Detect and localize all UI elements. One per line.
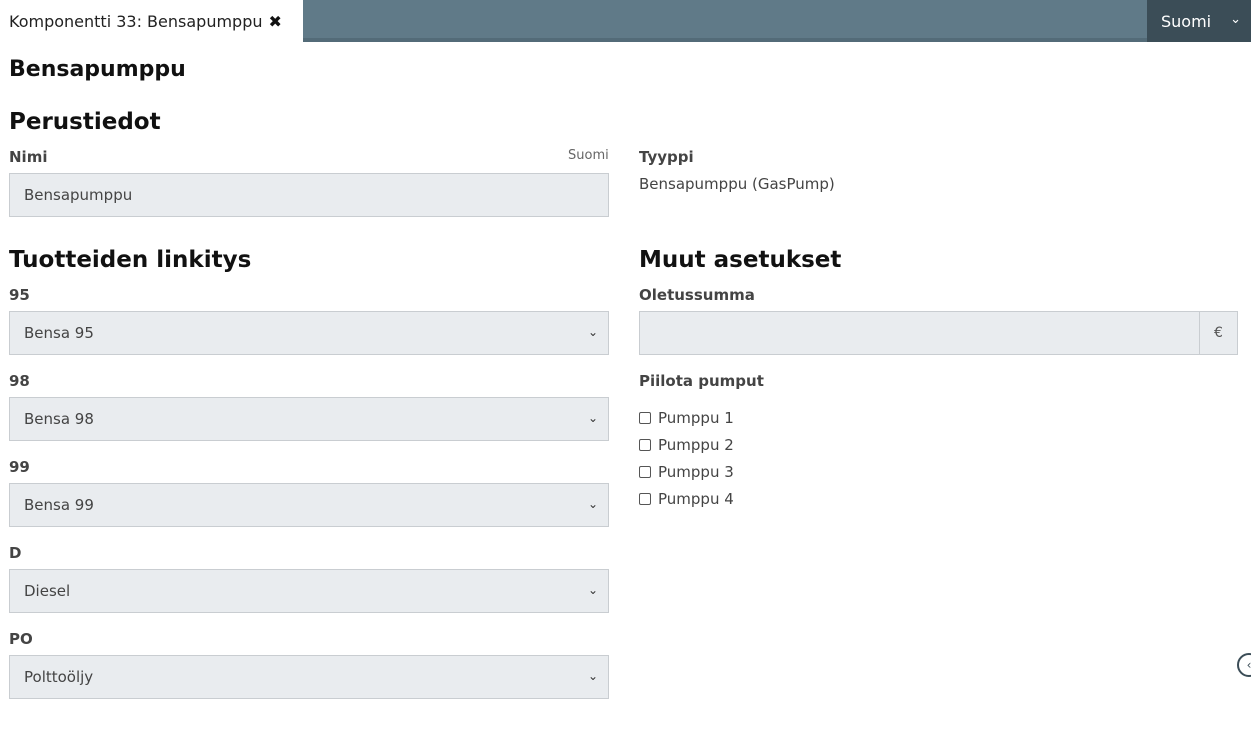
close-icon[interactable]: ✖ xyxy=(269,12,282,31)
top-bar: Komponentti 33: Bensapumppu ✖ Suomi ⌄ xyxy=(0,0,1251,42)
language-label: Suomi xyxy=(1161,11,1212,31)
pump-4-option[interactable]: Pumppu 4 xyxy=(639,490,734,508)
product-95-label: 95 xyxy=(9,286,30,304)
product-98-value: Bensa 98 xyxy=(24,410,94,428)
other-settings-heading: Muut asetukset xyxy=(639,247,842,273)
hide-pumps-label: Piilota pumput xyxy=(639,372,764,390)
product-d-value: Diesel xyxy=(24,582,71,600)
product-95-value: Bensa 95 xyxy=(24,324,94,342)
chevron-down-icon: ⌄ xyxy=(587,583,598,597)
product-99-select[interactable]: Bensa 99 ⌄ xyxy=(9,483,609,527)
product-98-label: 98 xyxy=(9,372,30,390)
default-sum-label: Oletussumma xyxy=(639,286,755,304)
product-po-label: PO xyxy=(9,630,33,648)
product-98-select[interactable]: Bensa 98 ⌄ xyxy=(9,397,609,441)
product-po-value: Polttoöljy xyxy=(24,668,94,686)
type-label: Tyyppi xyxy=(639,148,694,166)
name-language-hint: Suomi xyxy=(568,148,609,163)
product-d-label: D xyxy=(9,544,22,562)
default-sum-input[interactable] xyxy=(639,311,1199,355)
component-tab[interactable]: Komponentti 33: Bensapumppu ✖ xyxy=(0,0,303,42)
pump-4-checkbox[interactable] xyxy=(639,493,651,505)
chevron-down-icon: ⌄ xyxy=(587,497,598,511)
type-value: Bensapumppu (GasPump) xyxy=(639,175,835,193)
chevron-left-icon[interactable]: ‹ xyxy=(1237,653,1251,677)
pump-4-label: Pumppu 4 xyxy=(658,490,734,508)
pump-1-checkbox[interactable] xyxy=(639,412,651,424)
language-dropdown[interactable]: Suomi ⌄ xyxy=(1147,0,1251,42)
pump-1-label: Pumppu 1 xyxy=(658,409,734,427)
pump-3-option[interactable]: Pumppu 3 xyxy=(639,463,734,481)
pump-1-option[interactable]: Pumppu 1 xyxy=(639,409,734,427)
pump-2-option[interactable]: Pumppu 2 xyxy=(639,436,734,454)
pump-2-checkbox[interactable] xyxy=(639,439,651,451)
basic-info-heading: Perustiedot xyxy=(9,109,161,135)
chevron-down-icon: ⌄ xyxy=(1230,12,1241,27)
pump-2-label: Pumppu 2 xyxy=(658,436,734,454)
chevron-down-icon: ⌄ xyxy=(587,411,598,425)
product-linking-heading: Tuotteiden linkitys xyxy=(9,247,252,273)
top-bar-underline xyxy=(303,38,1147,42)
chevron-down-icon: ⌄ xyxy=(587,669,598,683)
currency-addon: € xyxy=(1199,311,1238,355)
name-input[interactable]: Bensapumppu xyxy=(9,173,609,217)
name-label: Nimi xyxy=(9,148,48,166)
product-95-select[interactable]: Bensa 95 ⌄ xyxy=(9,311,609,355)
pump-3-checkbox[interactable] xyxy=(639,466,651,478)
product-po-select[interactable]: Polttoöljy ⌄ xyxy=(9,655,609,699)
default-sum-group: € xyxy=(639,311,1238,355)
chevron-down-icon: ⌄ xyxy=(587,325,598,339)
page-title: Bensapumppu xyxy=(9,57,186,82)
product-99-value: Bensa 99 xyxy=(24,496,94,514)
product-d-select[interactable]: Diesel ⌄ xyxy=(9,569,609,613)
product-99-label: 99 xyxy=(9,458,30,476)
pump-3-label: Pumppu 3 xyxy=(658,463,734,481)
component-tab-title: Komponentti 33: Bensapumppu xyxy=(9,11,263,31)
